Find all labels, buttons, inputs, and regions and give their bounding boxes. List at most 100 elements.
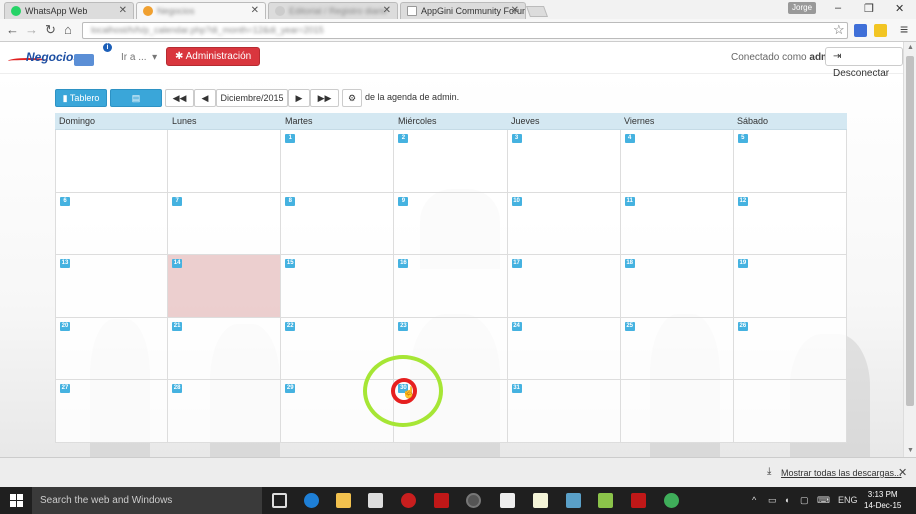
day-number-badge[interactable]: 10: [511, 196, 522, 206]
calendar-day-cell[interactable]: 27: [55, 380, 169, 443]
estatus-button[interactable]: ▤ Estatus: [110, 89, 162, 119]
close-icon[interactable]: ✕: [119, 5, 127, 16]
volume-icon[interactable]: ◖: [784, 495, 789, 505]
app-logo[interactable]: Negocios: [8, 48, 94, 70]
back-icon[interactable]: ←: [6, 22, 19, 37]
reload-icon[interactable]: ↻: [45, 22, 56, 38]
day-number-badge[interactable]: 25: [624, 321, 635, 331]
app-icon[interactable]: [598, 493, 613, 508]
app-icon[interactable]: [566, 493, 581, 508]
calendar-day-cell[interactable]: 6: [55, 192, 169, 256]
taskbar-search-input[interactable]: Search the web and Windows: [32, 487, 262, 514]
calendar-day-cell[interactable]: 3: [507, 130, 621, 193]
calendar-day-cell[interactable]: 16: [394, 255, 508, 318]
task-view-icon[interactable]: [272, 493, 287, 508]
day-number-badge[interactable]: 28: [172, 384, 183, 394]
taskbar-clock[interactable]: 3:13 PM 14-Dec-15: [864, 489, 901, 511]
settings-button[interactable]: ⚙: [342, 89, 362, 107]
scroll-thumb[interactable]: [906, 56, 914, 406]
day-number-badge[interactable]: 15: [285, 259, 296, 269]
language-indicator[interactable]: ENG: [838, 495, 858, 505]
day-number-badge[interactable]: 1: [285, 134, 296, 143]
day-number-badge[interactable]: 13: [60, 259, 70, 269]
app-icon[interactable]: [631, 493, 646, 508]
calendar-day-cell[interactable]: 7: [168, 192, 282, 256]
scroll-up-icon[interactable]: ▲: [907, 44, 914, 51]
calendar-day-cell[interactable]: 20: [55, 317, 169, 381]
calendar-day-cell[interactable]: 15: [281, 255, 395, 318]
prev-month-button[interactable]: ◀: [194, 89, 216, 107]
restore-icon[interactable]: ❐: [864, 2, 874, 15]
calendar-day-cell[interactable]: 25: [620, 317, 734, 381]
day-number-badge[interactable]: 29: [285, 384, 296, 394]
calendar-day-cell[interactable]: 31: [507, 380, 621, 443]
day-number-badge[interactable]: 2: [398, 134, 409, 143]
goto-menu[interactable]: Ir a ... ▾: [121, 52, 157, 63]
calendar-day-cell[interactable]: 19: [733, 255, 847, 318]
keyboard-icon[interactable]: ⌨: [817, 495, 830, 506]
close-icon[interactable]: ✕: [898, 466, 907, 479]
calendar-day-cell[interactable]: 17: [507, 255, 621, 318]
next-month-button[interactable]: ▶: [288, 89, 310, 107]
day-number-badge[interactable]: 17: [511, 259, 522, 269]
bookmark-star-icon[interactable]: ☆: [833, 22, 845, 38]
calendar-day-cell[interactable]: 18: [620, 255, 734, 318]
day-number-badge[interactable]: 27: [60, 384, 70, 394]
day-number-badge[interactable]: 19: [737, 259, 748, 269]
calendar-day-cell[interactable]: 5: [733, 130, 847, 193]
day-number-badge[interactable]: 24: [511, 321, 522, 331]
store-icon[interactable]: [368, 493, 383, 508]
calendar-day-cell[interactable]: 9: [394, 192, 508, 256]
calendar-day-cell[interactable]: 2: [394, 130, 508, 193]
profile-badge[interactable]: Jorge: [788, 2, 817, 14]
logout-button[interactable]: ⇥ Desconectar: [825, 47, 903, 79]
calendar-day-cell[interactable]: 21: [168, 317, 282, 381]
day-number-badge[interactable]: 26: [737, 321, 748, 331]
admin-button[interactable]: ✱ Administración: [166, 47, 261, 66]
day-number-badge[interactable]: 4: [624, 134, 635, 143]
day-number-badge[interactable]: 3: [511, 134, 522, 143]
close-icon[interactable]: ✕: [511, 5, 519, 16]
day-number-badge[interactable]: 16: [398, 259, 409, 269]
day-number-badge[interactable]: 5: [737, 134, 748, 143]
calendar-day-cell[interactable]: 28: [168, 380, 282, 443]
info-icon[interactable]: i: [103, 43, 112, 52]
calendar-day-cell[interactable]: 11: [620, 192, 734, 256]
day-number-badge[interactable]: 20: [60, 321, 70, 331]
day-number-badge[interactable]: 31: [511, 384, 522, 394]
day-number-badge[interactable]: 7: [172, 196, 183, 206]
day-number-badge[interactable]: 18: [624, 259, 635, 269]
edge-icon[interactable]: [304, 493, 319, 508]
day-number-badge[interactable]: 22: [285, 321, 296, 331]
day-number-badge[interactable]: 8: [285, 196, 296, 206]
minimize-icon[interactable]: –: [835, 2, 841, 14]
power-app-icon[interactable]: [401, 493, 416, 508]
day-number-badge[interactable]: 14: [172, 259, 183, 269]
notepad-icon[interactable]: [533, 493, 548, 508]
day-number-badge[interactable]: 21: [172, 321, 183, 331]
page-scrollbar[interactable]: ▲ ▼: [903, 42, 916, 457]
calendar-day-cell[interactable]: 13: [55, 255, 169, 318]
network-icon[interactable]: ▭: [768, 495, 777, 506]
chrome-menu-icon[interactable]: ≡: [900, 21, 908, 37]
app-icon[interactable]: [664, 493, 679, 508]
extension-icon[interactable]: [854, 24, 867, 37]
address-bar[interactable]: localhost/h/h/p_calendar.php?di_month=12…: [82, 22, 848, 39]
next-year-button[interactable]: ▶▶: [310, 89, 339, 107]
calculator-icon[interactable]: [500, 493, 515, 508]
show-all-downloads-link[interactable]: Mostrar todas las descargas...: [781, 468, 902, 478]
tablero-button[interactable]: ▮ Tablero: [55, 89, 107, 107]
extension-icon[interactable]: [874, 24, 887, 37]
chevron-up-icon[interactable]: ^: [752, 495, 756, 505]
day-number-badge[interactable]: 9: [398, 196, 409, 206]
calendar-day-cell[interactable]: 24: [507, 317, 621, 381]
calendar-day-cell[interactable]: 26: [733, 317, 847, 381]
tab-editorial[interactable]: Editorial / Registro diario ✕: [268, 2, 398, 19]
calendar-day-cell[interactable]: 1: [281, 130, 395, 193]
calendar-day-cell[interactable]: 4: [620, 130, 734, 193]
chrome-icon[interactable]: [466, 493, 481, 508]
day-number-badge[interactable]: 11: [624, 196, 635, 206]
calendar-day-cell[interactable]: 12: [733, 192, 847, 256]
prev-year-button[interactable]: ◀◀: [165, 89, 194, 107]
tab-appgini-forum[interactable]: AppGini Community Forum ✕: [400, 2, 526, 19]
